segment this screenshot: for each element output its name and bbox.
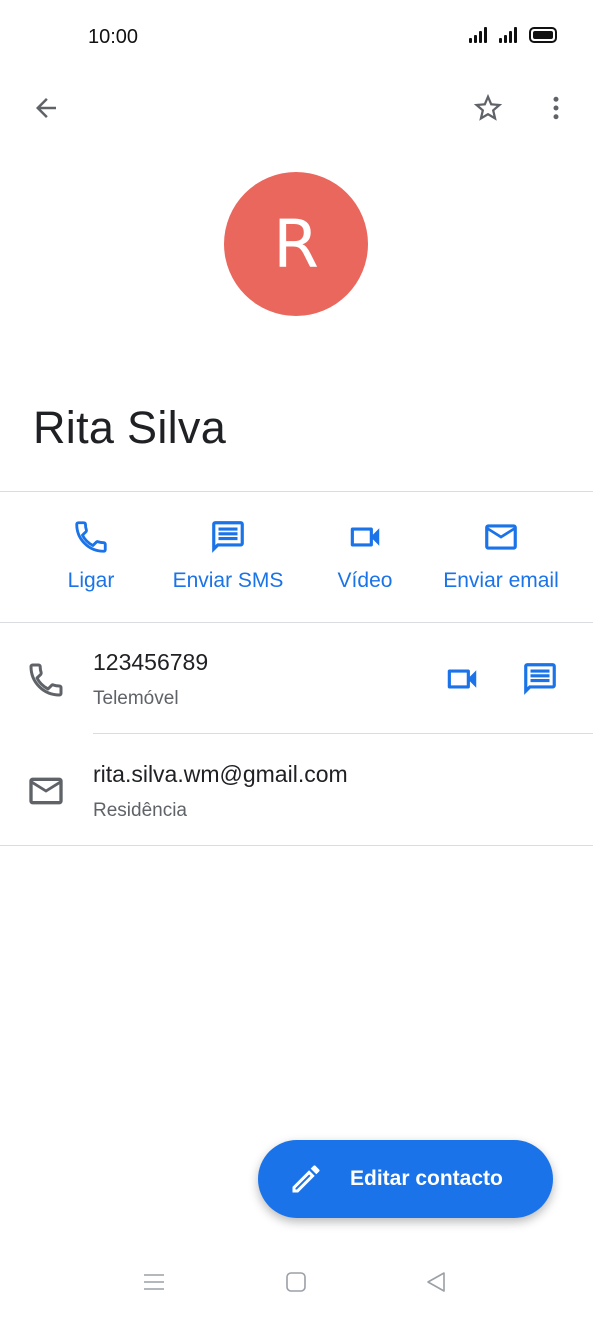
email-action-label: Enviar email [443,569,559,592]
call-action-button[interactable]: Ligar [38,492,144,622]
divider [0,845,593,846]
pencil-icon [292,1165,320,1193]
phone-type: Telemóvel [93,688,179,709]
home-button[interactable] [276,1266,316,1298]
recent-apps-button[interactable] [134,1266,174,1298]
email-icon [485,524,517,550]
email-type: Residência [93,800,187,821]
sms-action-label: Enviar SMS [172,569,284,592]
more-options-button[interactable] [532,84,580,132]
menu-icon [144,1274,164,1290]
message-icon [212,521,244,553]
avatar: R [224,172,368,316]
phone-row[interactable]: 123456789 Telemóvel [0,623,593,734]
video-action-button[interactable]: Vídeo [318,492,412,622]
avatar-letter: R [273,205,319,283]
video-action-label: Vídeo [337,569,393,592]
edit-contact-button[interactable]: Editar contacto [258,1140,553,1218]
phone-number: 123456789 [93,649,209,675]
video-icon [350,527,380,547]
edit-contact-label: Editar contacto [350,1167,503,1190]
navigation-bar [0,1250,593,1318]
status-bar: 10:00 [0,0,593,76]
favorite-button[interactable] [464,84,512,132]
arrow-left-icon [36,98,56,118]
battery-icon [529,27,557,43]
star-outline-icon [473,93,503,121]
divider [93,733,593,734]
call-action-label: Ligar [67,569,115,592]
video-icon [447,669,477,689]
nav-back-button[interactable] [416,1266,456,1298]
back-button[interactable] [22,84,70,132]
email-address: rita.silva.wm@gmail.com [93,761,348,787]
status-icons [469,27,557,43]
quick-actions: Ligar Enviar SMS Vídeo Enviar email [0,492,593,622]
send-sms-button[interactable] [516,655,564,703]
email-action-button[interactable]: Enviar email [432,492,570,622]
more-vertical-icon [553,96,559,120]
signal-icon [469,27,487,43]
sms-action-button[interactable]: Enviar SMS [163,492,293,622]
email-row[interactable]: rita.silva.wm@gmail.com Residência [0,735,593,845]
signal-icon [499,27,517,43]
video-call-button[interactable] [438,655,486,703]
phone-icon [75,521,107,553]
status-time: 10:00 [88,26,139,48]
email-icon [29,777,63,805]
back-triangle-icon [427,1272,445,1292]
phone-icon [29,663,63,697]
message-icon [524,663,556,695]
contact-name: Rita Silva [33,402,227,453]
home-icon [286,1272,306,1292]
